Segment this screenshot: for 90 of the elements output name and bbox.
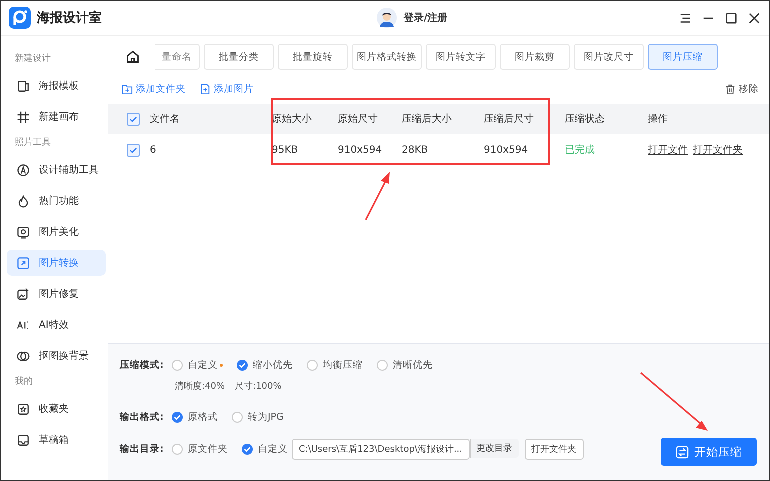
sidebar-item[interactable]: AI特效	[7, 312, 106, 338]
table-cell: 6	[150, 144, 156, 156]
tool-tab[interactable]: 批量分类	[204, 44, 274, 70]
radio-button[interactable]	[172, 360, 183, 370]
setting-label: 输出格式:	[120, 410, 165, 424]
radio-button[interactable]	[237, 360, 248, 370]
column-header: 压缩后尺寸	[484, 112, 534, 126]
tool-tab[interactable]: 图片压缩	[648, 44, 718, 70]
tray-icon	[17, 434, 30, 446]
app-title: 海报设计室	[37, 10, 102, 27]
folder-plus-icon	[122, 84, 133, 94]
trash-icon	[725, 84, 736, 94]
action-link[interactable]: 打开文件夹	[693, 143, 743, 157]
setting-label: 压缩模式:	[120, 358, 165, 372]
radio-option[interactable]: 原文件夹	[172, 442, 228, 456]
radio-option[interactable]: 均衡压缩	[307, 358, 363, 372]
start-button[interactable]: 开始压缩	[661, 438, 757, 466]
radio-button[interactable]	[172, 444, 183, 454]
flame-icon	[17, 194, 30, 208]
circles-icon	[17, 350, 30, 362]
sidebar-section-title: 我的	[15, 376, 34, 388]
picture-icon	[17, 256, 30, 270]
add-image-button[interactable]: 添加图片	[200, 82, 254, 96]
mode-note: 尺寸:100%	[235, 380, 282, 392]
sidebar-item[interactable]: 收藏夹	[7, 396, 106, 422]
home-icon[interactable]	[126, 50, 140, 64]
radio-option[interactable]: 缩小优先	[237, 358, 293, 372]
path-field[interactable]: C:\Users\互盾123\Desktop\海报设计...	[292, 438, 470, 460]
radio-option[interactable]: 自定义	[172, 358, 223, 372]
radio-option[interactable]: 清晰优先	[377, 358, 433, 372]
menu-icon[interactable]	[679, 12, 692, 24]
open-folder-button[interactable]: 打开文件夹	[524, 438, 584, 460]
marker-dot	[220, 364, 223, 366]
tool-tab[interactable]: 量命名	[155, 44, 200, 70]
sidebar-item[interactable]: 热门功能	[7, 188, 106, 214]
app-logo-icon	[9, 7, 31, 29]
table-cell: 910x594	[484, 144, 528, 156]
tool-tab[interactable]: 图片转文字	[426, 44, 496, 70]
ai-icon	[17, 318, 30, 332]
sidebar-item[interactable]: 图片转换	[7, 250, 106, 276]
tool-tab[interactable]: 图片改尺寸	[574, 44, 644, 70]
remove-button[interactable]: 移除	[725, 82, 759, 96]
radio-option[interactable]: 转为JPG	[232, 410, 284, 424]
radio-button[interactable]	[377, 360, 388, 370]
picture-icon	[17, 226, 30, 238]
maximize-icon[interactable]	[725, 12, 738, 24]
avatar-icon[interactable]	[377, 8, 397, 28]
table-cell: 910x594	[338, 144, 382, 156]
sidebar-item[interactable]: 图片美化	[7, 219, 106, 245]
action-link[interactable]: 打开文件	[648, 143, 688, 157]
column-header: 原始尺寸	[338, 112, 378, 126]
status-text: 已完成	[565, 144, 595, 157]
radio-button[interactable]	[232, 412, 243, 422]
sidebar-item[interactable]: 草稿箱	[7, 427, 106, 453]
column-header: 原始大小	[272, 112, 312, 126]
sidebar-item[interactable]: 新建画布	[7, 104, 106, 130]
column-header: 文件名	[150, 112, 180, 126]
swap-icon	[676, 446, 688, 458]
sidebar-item[interactable]: 设计辅助工具	[7, 157, 106, 183]
mode-note: 清晰度:40%	[175, 380, 226, 392]
column-header: 压缩状态	[565, 112, 605, 126]
document-icon	[17, 80, 30, 92]
radio-button[interactable]	[172, 412, 183, 422]
login-link[interactable]: 登录/注册	[404, 11, 448, 25]
sidebar-section-title: 新建设计	[15, 52, 52, 65]
sidebar-item[interactable]: 图片修复	[7, 281, 106, 307]
checkbox[interactable]	[127, 144, 140, 156]
add-folder-button[interactable]: 添加文件夹	[122, 82, 186, 96]
change-folder-button[interactable]: 更改目录	[470, 438, 519, 458]
picture-icon	[17, 288, 30, 300]
tool-tab[interactable]: 批量旋转	[278, 44, 348, 70]
close-icon[interactable]	[748, 12, 761, 24]
column-header: 操作	[648, 113, 668, 126]
checkbox[interactable]	[127, 112, 140, 126]
sidebar-section-title: 照片工具	[15, 136, 52, 149]
tool-tab[interactable]: 图片格式转换	[352, 44, 422, 70]
tool-tab[interactable]: 图片裁剪	[500, 44, 570, 70]
setting-label: 输出目录:	[120, 442, 165, 456]
sidebar-item[interactable]: 抠图换背景	[7, 343, 106, 369]
radio-option[interactable]: 原格式	[172, 410, 218, 424]
radio-button[interactable]	[242, 444, 253, 454]
table-cell: 95KB	[272, 144, 298, 156]
compass-icon	[17, 164, 30, 176]
grid-icon	[17, 110, 30, 124]
radio-button[interactable]	[307, 360, 318, 370]
radio-option[interactable]: 自定义	[242, 442, 288, 456]
sidebar-item[interactable]: 海报模板	[7, 73, 106, 99]
column-header: 压缩后大小	[402, 112, 452, 126]
file-plus-icon	[200, 84, 211, 94]
table-cell: 28KB	[402, 144, 428, 156]
